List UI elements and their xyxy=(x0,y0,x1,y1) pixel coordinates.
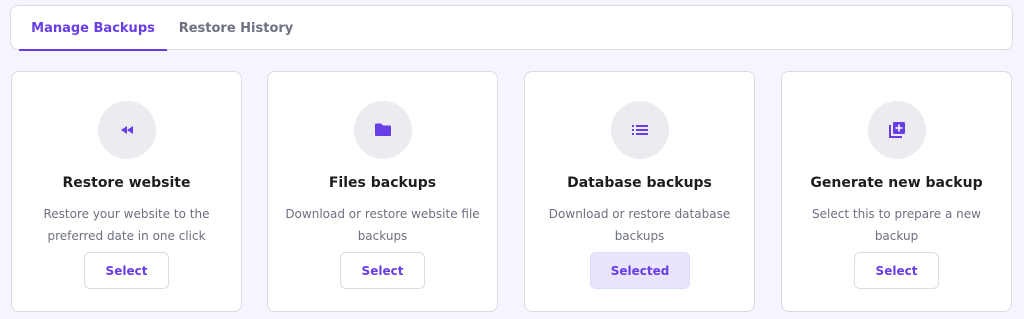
folder-icon xyxy=(354,101,412,159)
rewind-icon xyxy=(98,101,156,159)
tab-manage-backups[interactable]: Manage Backups xyxy=(19,6,167,51)
card-title: Generate new backup xyxy=(810,175,983,191)
backup-tabs: Manage Backups Restore History xyxy=(10,5,1013,51)
selected-database-backups-button[interactable]: Selected xyxy=(590,252,690,289)
card-description: Download or restore database backups xyxy=(548,207,731,243)
list-icon xyxy=(611,101,669,159)
card-description: Restore your website to the preferred da… xyxy=(43,207,210,243)
card-restore-website: Restore website Restore your website to … xyxy=(11,71,242,312)
select-files-backups-button[interactable]: Select xyxy=(340,252,425,289)
card-description: Download or restore website file backups xyxy=(285,207,480,243)
card-title: Files backups xyxy=(328,175,437,191)
select-restore-website-button[interactable]: Select xyxy=(84,252,169,289)
card-generate-new-backup: Generate new backup Select this to prepa… xyxy=(781,71,1012,312)
add-stack-icon xyxy=(868,101,926,159)
select-generate-backup-button[interactable]: Select xyxy=(854,252,939,289)
card-files-backups: Files backups Download or restore websit… xyxy=(267,71,498,312)
card-database-backups: Database backups Download or restore dat… xyxy=(524,71,755,312)
card-title: Restore website xyxy=(62,175,191,191)
tab-restore-history[interactable]: Restore History xyxy=(176,6,296,50)
card-title: Database backups xyxy=(567,175,712,191)
card-description: Select this to prepare a new backup xyxy=(812,207,981,243)
